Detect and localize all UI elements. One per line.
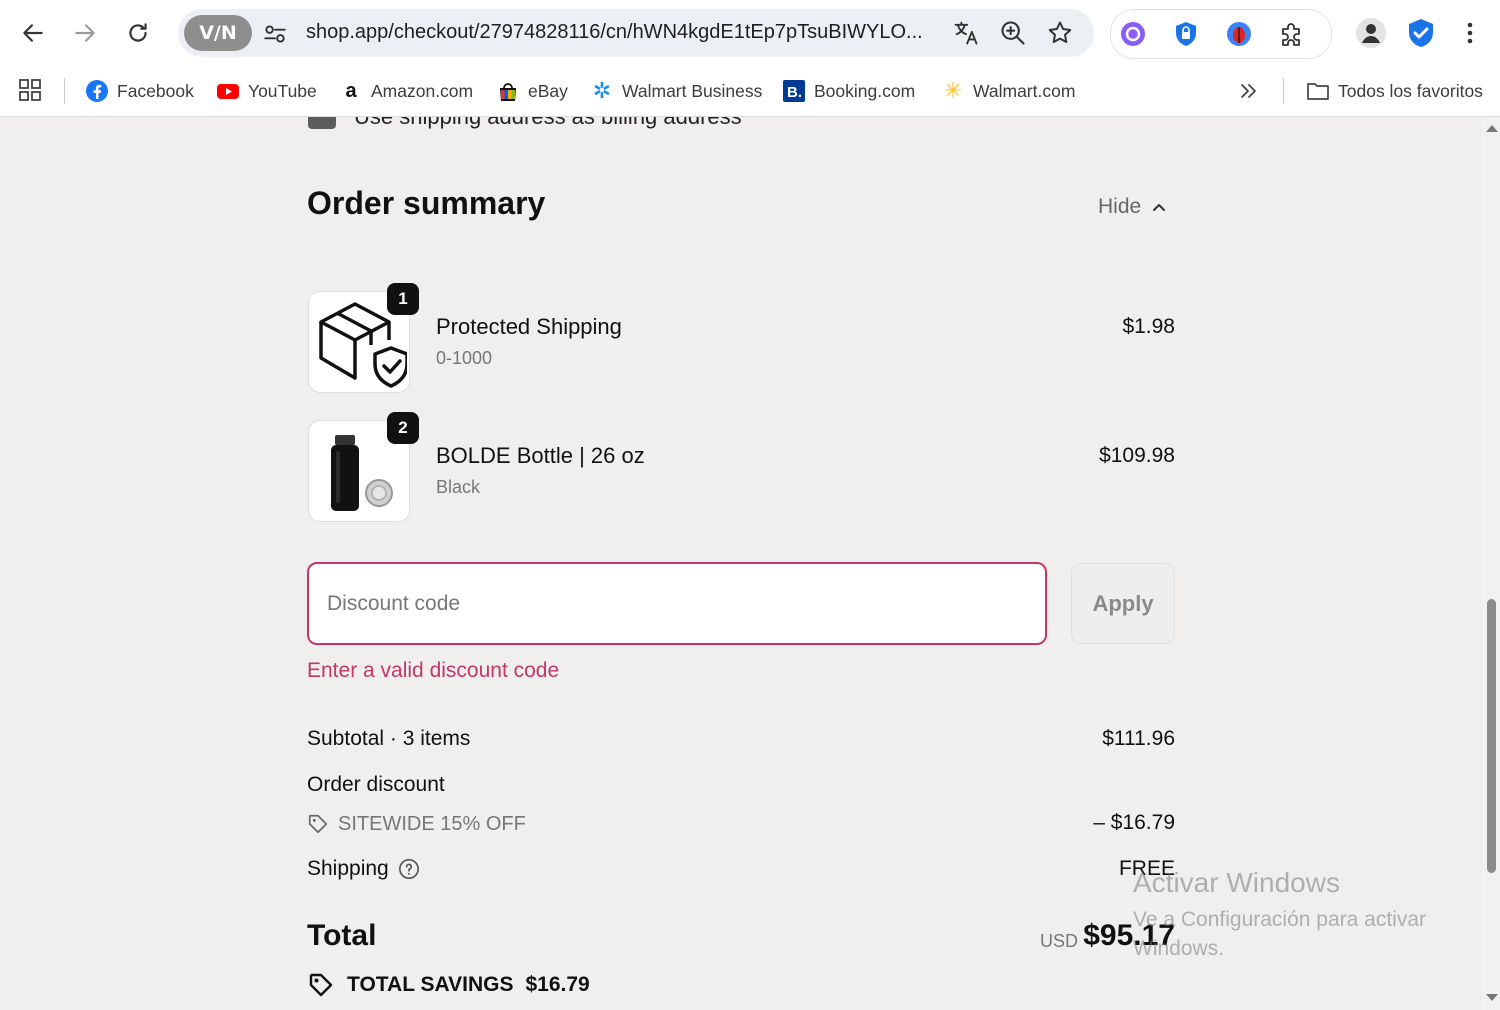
- chevron-up-icon: [1153, 204, 1166, 211]
- discount-code-input[interactable]: [307, 562, 1047, 645]
- bookmark-walmart[interactable]: ✳ Walmart.com: [941, 78, 1076, 104]
- shipping-row-label: Shipping: [307, 855, 420, 883]
- svg-text:B.: B.: [787, 84, 802, 101]
- bookmark-label: Walmart.com: [973, 80, 1076, 101]
- forward-arrow-icon: [75, 24, 95, 42]
- browser-toolbar: V/N shop.app/checkout/27974828116/cn/hWN…: [0, 0, 1500, 66]
- quantity-badge: 1: [387, 283, 419, 315]
- discount-error-message: Enter a valid discount code: [307, 659, 560, 682]
- facebook-icon: [85, 79, 109, 103]
- line-item-price: $1.98: [1122, 315, 1175, 338]
- translate-icon[interactable]: [952, 19, 980, 47]
- line-item-name: BOLDE Bottle | 26 oz: [436, 443, 645, 468]
- bookmark-walmart-business[interactable]: ✲ Walmart Business: [590, 78, 763, 104]
- savings-tag-icon: [309, 973, 333, 997]
- bookmarks-bar: Facebook YouTube a Amazon.com eBay ✲ Wal…: [0, 66, 1500, 117]
- reload-icon: [129, 23, 147, 42]
- line-item-name: Protected Shipping: [436, 314, 622, 339]
- bookmarks-divider: [64, 78, 65, 104]
- order-discount-label: Order discount: [307, 773, 445, 796]
- bookmarks-divider: [1283, 78, 1284, 104]
- bookmark-youtube[interactable]: YouTube: [216, 78, 317, 104]
- bookmark-facebook[interactable]: Facebook: [85, 78, 194, 104]
- bug-extension-icon[interactable]: [1225, 20, 1253, 48]
- bookmark-label: Facebook: [117, 80, 194, 101]
- bookmark-label: Booking.com: [814, 80, 916, 101]
- profile-avatar-icon[interactable]: [1355, 17, 1387, 49]
- subtotal-label: Subtotal · 3 items: [307, 727, 471, 750]
- savings-value: $16.79: [525, 973, 590, 996]
- billing-address-checkbox-label: Use shipping address as billing address: [354, 117, 742, 130]
- discount-tag-icon: [308, 814, 328, 834]
- line-item-variant: Black: [436, 477, 481, 497]
- savings-label: TOTAL SAVINGS: [347, 973, 514, 996]
- url-text[interactable]: shop.app/checkout/27974828116/cn/hWN4kgd…: [306, 21, 936, 44]
- applied-discount: SITEWIDE 15% OFF: [307, 811, 526, 837]
- more-menu-icon[interactable]: [1458, 18, 1482, 48]
- apply-discount-button[interactable]: Apply: [1071, 563, 1175, 644]
- security-shield-icon[interactable]: [1407, 18, 1435, 48]
- shipping-label: Shipping: [307, 857, 389, 880]
- bookmark-booking[interactable]: B. Booking.com: [782, 78, 915, 104]
- all-bookmarks-label: Todos los favoritos: [1338, 80, 1483, 101]
- back-arrow-icon: [23, 24, 43, 42]
- discount-code-name: SITEWIDE 15% OFF: [338, 812, 526, 835]
- bookmark-label: YouTube: [248, 80, 317, 101]
- discount-value: – $16.79: [1093, 811, 1175, 834]
- extensions-puzzle-icon[interactable]: [1277, 20, 1305, 48]
- folder-icon: [1306, 79, 1330, 103]
- scroll-up-arrow-icon[interactable]: [1486, 125, 1498, 132]
- checkout-page: Use shipping address as billing address …: [0, 117, 1482, 1010]
- line-item-variant: 0-1000: [436, 348, 493, 368]
- all-bookmarks-folder[interactable]: Todos los favoritos: [1306, 78, 1483, 104]
- more-bookmarks-chevron-icon[interactable]: [1238, 80, 1260, 102]
- windows-watermark-title: Activar Windows: [1133, 867, 1340, 898]
- page-scrollbar[interactable]: [1482, 117, 1500, 1010]
- scroll-down-arrow-icon[interactable]: [1486, 994, 1498, 1001]
- shield-extension-icon[interactable]: [1172, 20, 1200, 48]
- vpn-button[interactable]: V/N: [184, 15, 252, 51]
- bookmark-label: eBay: [528, 80, 568, 101]
- total-label: Total: [307, 919, 377, 952]
- quantity-badge: 2: [387, 412, 419, 444]
- apps-grid-icon[interactable]: [18, 78, 42, 102]
- extension-purple-icon[interactable]: [1119, 20, 1147, 48]
- back-button[interactable]: [16, 16, 50, 50]
- bookmark-label: Walmart Business: [622, 80, 763, 101]
- hide-summary-label: Hide: [1098, 195, 1142, 218]
- reload-button[interactable]: [121, 16, 155, 50]
- youtube-icon: [216, 79, 240, 103]
- walmart-icon: ✳: [943, 78, 963, 103]
- hide-summary-toggle[interactable]: Hide: [1098, 193, 1167, 221]
- extensions-area: [1110, 9, 1332, 59]
- amazon-icon: a: [345, 79, 357, 102]
- line-item-price: $109.98: [1099, 444, 1175, 467]
- bookmark-ebay[interactable]: eBay: [496, 78, 568, 104]
- bookmark-star-icon[interactable]: [1046, 19, 1074, 47]
- subtotal-value: $111.96: [1102, 727, 1175, 750]
- total-savings: TOTAL SAVINGS $16.79: [307, 970, 590, 1000]
- help-circle-icon[interactable]: [398, 858, 420, 880]
- ebay-icon: [496, 79, 520, 103]
- bookmark-amazon[interactable]: a Amazon.com: [339, 78, 473, 104]
- forward-button[interactable]: [68, 16, 102, 50]
- total-currency: USD: [1040, 931, 1079, 951]
- address-bar[interactable]: V/N shop.app/checkout/27974828116/cn/hWN…: [178, 9, 1094, 57]
- bookmark-label: Amazon.com: [371, 80, 474, 101]
- walmart-business-icon: ✲: [592, 78, 612, 103]
- zoom-icon[interactable]: [999, 19, 1027, 47]
- billing-address-checkbox[interactable]: [308, 117, 336, 129]
- site-settings-icon[interactable]: [262, 21, 288, 47]
- order-summary-title: Order summary: [307, 185, 546, 221]
- booking-icon: B.: [782, 79, 806, 103]
- scrollbar-thumb[interactable]: [1487, 599, 1496, 873]
- windows-watermark-subtitle: Ve a Configuración para activar Windows.: [1133, 908, 1427, 960]
